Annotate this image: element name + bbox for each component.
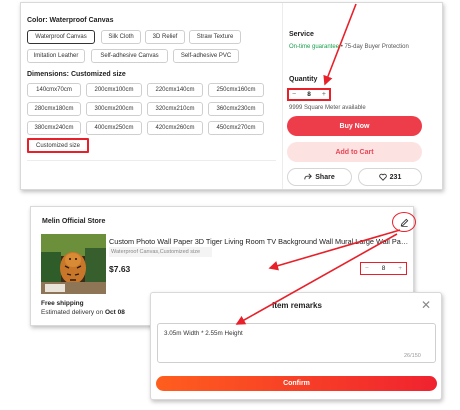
material-option-silk-cloth[interactable]: Silk Cloth — [101, 30, 141, 44]
material-option-3d-relief[interactable]: 3D Relief — [145, 30, 185, 44]
wishlist-count: 231 — [389, 173, 402, 181]
material-option-self-adhesive-canvas[interactable]: Self-adhesive Canvas — [91, 49, 168, 63]
free-shipping-label: Free shipping — [41, 300, 84, 307]
variant-selector[interactable]: Waterproof Canvas,Customized size — [109, 247, 212, 257]
quantity-label: Quantity — [289, 76, 318, 83]
heart-icon — [378, 173, 387, 181]
delivery-date: Oct 08 — [104, 309, 125, 316]
quantity-decrease-button[interactable]: − — [292, 91, 296, 98]
size-option[interactable]: 400cmx250cm — [86, 121, 142, 135]
size-option[interactable]: 300cmx200cm — [86, 102, 142, 116]
size-option[interactable]: 360cmx230cm — [208, 102, 264, 116]
size-option[interactable]: 280cmx180cm — [27, 102, 81, 116]
edit-remarks-button[interactable] — [392, 212, 416, 232]
on-time-guarantee: On-time guarantee — [289, 44, 340, 50]
quantity-increase-button[interactable]: + — [322, 91, 326, 98]
material-option-waterproof-canvas[interactable]: Waterproof Canvas — [27, 30, 95, 44]
buy-now-button[interactable]: Buy Now — [287, 116, 422, 136]
wishlist-button[interactable]: 231 — [358, 168, 422, 186]
estimated-delivery: Estimated delivery on Oct 08 — [41, 309, 125, 316]
buyer-protection: • 75-day Buyer Protection — [339, 44, 409, 50]
character-count: 26/150 — [404, 353, 421, 359]
service-label: Service — [289, 31, 314, 38]
store-name[interactable]: Melin Official Store — [42, 218, 105, 225]
item-remarks-dialog: Item remarks ✕ 3.05m Width * 2.55m Heigh… — [150, 292, 442, 400]
service-description: On-time guarantee • 75-day Buyer Protect… — [289, 43, 409, 51]
size-option[interactable]: 220cmx140cm — [147, 83, 203, 97]
material-option-imitation-leather[interactable]: Imitation Leather — [27, 49, 85, 63]
color-label: Color: Waterproof Canvas — [27, 17, 114, 24]
product-options-panel: Color: Waterproof Canvas Waterproof Canv… — [20, 2, 443, 190]
quantity-stepper: − 8 + — [287, 88, 331, 101]
size-option-customized[interactable]: Customized size — [27, 138, 89, 153]
pencil-icon — [400, 218, 408, 227]
size-option[interactable]: 420cmx260cm — [147, 121, 203, 135]
size-option[interactable]: 450cmx270cm — [208, 121, 264, 135]
material-option-self-adhesive-pvc[interactable]: Self-adhesive PVC — [173, 49, 239, 63]
size-option[interactable]: 200cmx100cm — [86, 83, 142, 97]
product-thumbnail[interactable] — [41, 234, 106, 294]
add-to-cart-button[interactable]: Add to Cart — [287, 142, 422, 162]
remarks-textarea[interactable]: 3.05m Width * 2.55m Height — [157, 323, 436, 363]
dialog-title: Item remarks — [272, 301, 322, 310]
delivery-prefix: Estimated delivery on — [41, 309, 105, 316]
size-option[interactable]: 140cmx70cm — [27, 83, 81, 97]
close-icon[interactable]: ✕ — [421, 298, 431, 312]
confirm-button[interactable]: Confirm — [156, 376, 437, 391]
size-option[interactable]: 250cmx160cm — [208, 83, 264, 97]
section-divider — [27, 160, 276, 161]
quantity-value[interactable]: 8 — [307, 91, 311, 98]
cart-quantity-decrease-button[interactable]: − — [365, 265, 369, 272]
size-option[interactable]: 380cmx240cm — [27, 121, 81, 135]
cart-quantity-value[interactable]: 8 — [382, 265, 386, 272]
size-option[interactable]: 320cmx210cm — [147, 102, 203, 116]
cart-quantity-increase-button[interactable]: + — [398, 265, 402, 272]
dimensions-label: Dimensions: Customized size — [27, 71, 126, 78]
column-divider — [282, 3, 283, 189]
share-label: Share — [315, 173, 335, 181]
material-option-straw-texture[interactable]: Straw Texture — [189, 30, 241, 44]
tiger-mural-image — [41, 234, 106, 294]
share-button[interactable]: Share — [287, 168, 352, 186]
product-price: $7.63 — [109, 264, 131, 274]
product-title[interactable]: Custom Photo Wall Paper 3D Tiger Living … — [109, 237, 409, 246]
cart-quantity-stepper: − 8 + — [360, 262, 407, 275]
share-icon — [304, 173, 313, 180]
stock-available: 9999 Square Meter available — [289, 105, 366, 111]
